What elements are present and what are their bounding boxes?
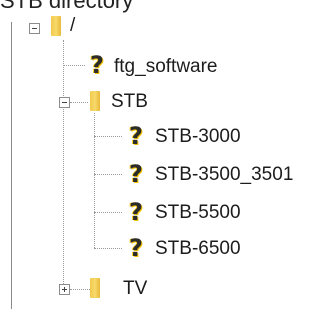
question-mark-icon: ? (129, 160, 143, 188)
collapse-toggle-icon[interactable] (59, 97, 70, 108)
tree-line (70, 102, 88, 103)
tree-node-label[interactable]: STB-5500 (155, 202, 241, 224)
tree-node-label[interactable]: ftg_software (114, 56, 218, 78)
tree-node-label[interactable]: STB-3500_3501 (155, 164, 293, 186)
tree-node-label[interactable]: TV (123, 278, 147, 300)
folder-icon (90, 278, 100, 298)
tree-node-label[interactable]: STB-3000 (155, 126, 241, 148)
tree-line (94, 174, 122, 175)
tree-node-label[interactable]: STB (111, 91, 148, 113)
tree-line (94, 248, 122, 249)
question-mark-icon: ? (129, 122, 143, 150)
tree-line (94, 113, 95, 248)
tree-line (63, 65, 85, 66)
question-mark-icon: ? (129, 198, 143, 226)
tree-node-label[interactable]: / (70, 15, 75, 37)
tree-node-label[interactable]: STB-6500 (155, 238, 241, 260)
tree-line (70, 289, 90, 290)
folder-icon (90, 91, 100, 111)
question-mark-icon: ? (90, 51, 104, 79)
question-mark-icon: ? (129, 234, 143, 262)
tree-line (94, 136, 122, 137)
directory-tree: / ? ftg_software STB ? STB-3000 ? STB-35… (0, 0, 323, 309)
folder-icon (51, 16, 61, 36)
collapse-toggle-icon[interactable] (29, 23, 40, 34)
tree-line (63, 40, 64, 290)
tree-line (94, 212, 122, 213)
tree-left-border (11, 22, 12, 309)
expand-toggle-icon[interactable] (59, 284, 70, 295)
